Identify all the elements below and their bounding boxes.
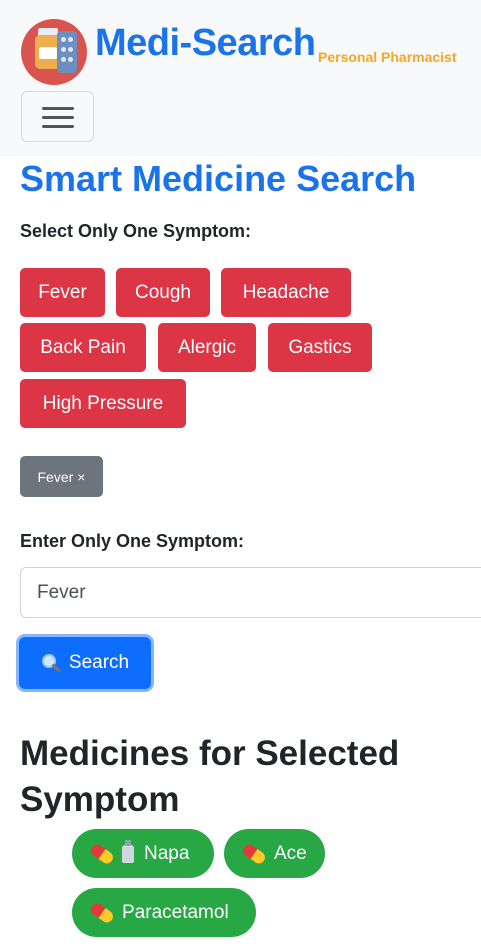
page-title: Smart Medicine Search (20, 158, 417, 199)
symptom-button-cough[interactable]: Cough (116, 268, 210, 317)
symptom-button-high-pressure[interactable]: High Pressure (20, 379, 186, 428)
selected-symptom-chip[interactable]: Fever × (20, 456, 103, 497)
symptom-button-back-pain[interactable]: Back Pain (20, 323, 146, 372)
symptom-button-fever[interactable]: Fever (20, 268, 105, 317)
symptom-button-alergic[interactable]: Alergic (158, 323, 256, 372)
select-symptom-label: Select Only One Symptom: (20, 221, 252, 241)
magnifier-icon (41, 654, 61, 673)
symptom-button-headache[interactable]: Headache (221, 268, 351, 317)
search-button-label: Search (68, 652, 130, 673)
hamburger-icon (42, 107, 74, 110)
menu-toggle-button[interactable] (21, 91, 94, 142)
medicine-item-ace[interactable]: Ace (224, 829, 325, 878)
navbar: Medi-Search Personal Pharmacist (0, 0, 481, 156)
bottle-icon (122, 839, 134, 863)
symptom-input[interactable] (20, 567, 481, 618)
logo-medicine-icon[interactable] (21, 19, 87, 85)
results-title: Medicines for Selected Symptom (20, 734, 400, 819)
brand-title[interactable]: Medi-Search (95, 22, 316, 65)
medicine-label: Ace (274, 842, 307, 864)
pill-icon (88, 900, 116, 925)
enter-symptom-label: Enter Only One Symptom: (20, 531, 245, 551)
brand-subtitle: Personal Pharmacist (318, 49, 457, 65)
medicine-label: Paracetamol (122, 901, 229, 923)
chip-label: Fever (37, 468, 74, 485)
close-icon[interactable]: × (77, 469, 85, 485)
symptom-button-gastics[interactable]: Gastics (268, 323, 372, 372)
medicine-item-paracetamol[interactable]: Paracetamol (72, 888, 256, 937)
search-button[interactable]: Search (19, 637, 151, 689)
pill-icon (240, 841, 268, 866)
medicine-label: Napa (144, 842, 190, 864)
medicine-item-napa[interactable]: Napa (72, 829, 214, 878)
pill-icon (88, 841, 116, 866)
